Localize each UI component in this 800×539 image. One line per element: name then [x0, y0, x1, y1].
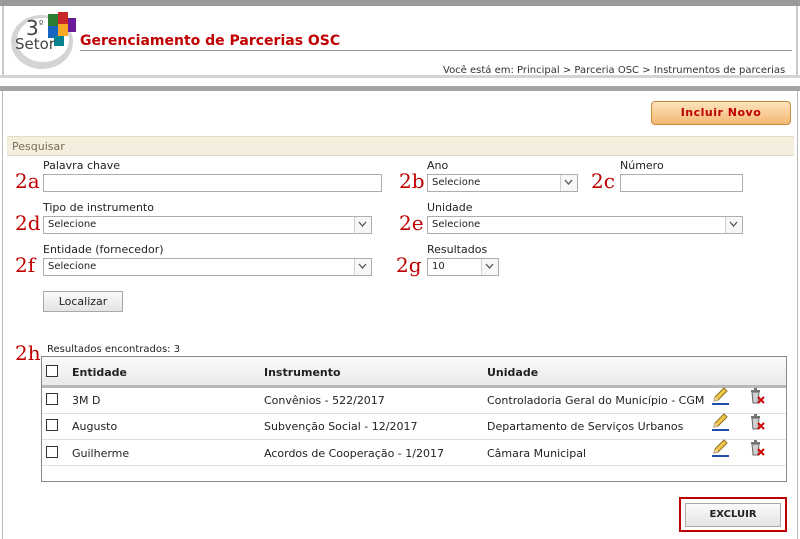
pencil-edit-icon[interactable]	[711, 438, 731, 462]
trash-delete-icon[interactable]	[747, 386, 767, 410]
column-header-unit: Unidade	[487, 366, 539, 379]
pencil-edit-icon[interactable]	[711, 412, 731, 436]
content-border-right	[797, 91, 798, 539]
results-per-page-select-value: 10	[432, 261, 445, 272]
step-marker-2g: 2g	[396, 253, 422, 277]
instrument-type-select[interactable]: Selecione	[43, 216, 372, 234]
title-divider	[80, 50, 792, 51]
chevron-down-icon	[354, 217, 371, 233]
row-instrument: Subvenção Social - 12/2017	[264, 420, 418, 433]
number-input[interactable]	[620, 174, 743, 192]
year-select-value: Selecione	[432, 177, 481, 188]
chevron-down-icon	[725, 217, 742, 233]
year-select[interactable]: Selecione	[427, 174, 578, 192]
app-title: Gerenciamento de Parcerias OSC	[80, 33, 341, 49]
search-section-title: Pesquisar	[12, 140, 65, 153]
keyword-input[interactable]	[43, 174, 382, 192]
unit-select-value: Selecione	[432, 219, 481, 230]
header-border-right	[796, 6, 798, 76]
step-marker-2c: 2c	[591, 169, 615, 193]
content-border-left	[2, 91, 3, 539]
instrument-type-label: Tipo de instrumento	[43, 201, 154, 214]
content-separator	[0, 86, 800, 91]
top-bar	[0, 0, 800, 6]
keyword-label: Palavra chave	[43, 159, 120, 172]
entity-select[interactable]: Selecione	[43, 258, 372, 276]
delete-selected-button[interactable]: EXCLUIR	[685, 503, 781, 527]
row-instrument: Convênios - 522/2017	[264, 394, 385, 407]
results-per-page-label: Resultados	[427, 243, 488, 256]
column-header-instrument: Instrumento	[264, 366, 341, 379]
trash-delete-icon[interactable]	[747, 438, 767, 462]
instrument-type-select-value: Selecione	[48, 219, 97, 230]
row-checkbox[interactable]	[46, 446, 58, 458]
row-entity: 3M D	[72, 394, 101, 407]
terceiro-setor-logo: 3 º Setor	[10, 8, 80, 72]
results-table-header	[42, 357, 786, 388]
header-border-left	[2, 6, 4, 76]
entity-select-value: Selecione	[48, 261, 97, 272]
results-count: Resultados encontrados: 3	[47, 344, 181, 355]
number-label: Número	[620, 159, 664, 172]
include-new-button[interactable]: Incluir Novo	[651, 101, 791, 125]
entity-label: Entidade (fornecedor)	[43, 243, 164, 256]
step-marker-2e: 2e	[399, 211, 424, 235]
row-checkbox[interactable]	[46, 393, 58, 405]
row-checkbox[interactable]	[46, 419, 58, 431]
search-section-bar	[7, 136, 794, 156]
step-marker-2b: 2b	[399, 169, 425, 193]
chevron-down-icon	[354, 259, 371, 275]
chevron-down-icon	[560, 175, 577, 191]
row-instrument: Acordos de Cooperação - 1/2017	[264, 447, 444, 460]
trash-delete-icon[interactable]	[747, 412, 767, 436]
breadcrumb: Você está em: Principal > Parceria OSC >…	[443, 65, 786, 76]
step-marker-2d: 2d	[15, 211, 41, 235]
results-per-page-select[interactable]: 10	[427, 258, 499, 276]
column-header-entity: Entidade	[72, 366, 128, 379]
row-unit: Câmara Municipal	[487, 447, 587, 460]
pencil-edit-icon[interactable]	[711, 386, 731, 410]
row-unit: Controladoria Geral do Município - CGM	[487, 394, 705, 407]
unit-select[interactable]: Selecione	[427, 216, 743, 234]
unit-label: Unidade	[427, 201, 473, 214]
row-entity: Augusto	[72, 420, 118, 433]
chevron-down-icon	[481, 259, 498, 275]
step-marker-2a: 2a	[15, 169, 40, 193]
row-unit: Departamento de Serviços Urbanos	[487, 420, 684, 433]
row-entity: Guilherme	[72, 447, 130, 460]
step-marker-2h: 2h	[15, 341, 41, 365]
search-button[interactable]: Localizar	[43, 291, 123, 312]
select-all-checkbox[interactable]	[46, 365, 58, 377]
year-label: Ano	[427, 159, 449, 172]
step-marker-2f: 2f	[15, 253, 36, 277]
